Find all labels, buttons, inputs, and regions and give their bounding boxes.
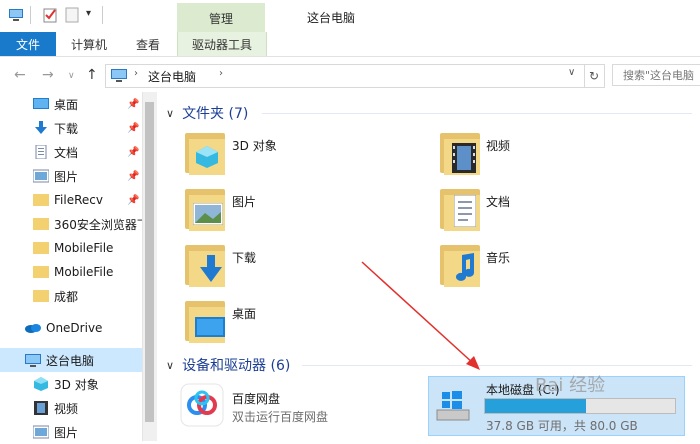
watermark: Bai 经验 [535, 375, 606, 396]
